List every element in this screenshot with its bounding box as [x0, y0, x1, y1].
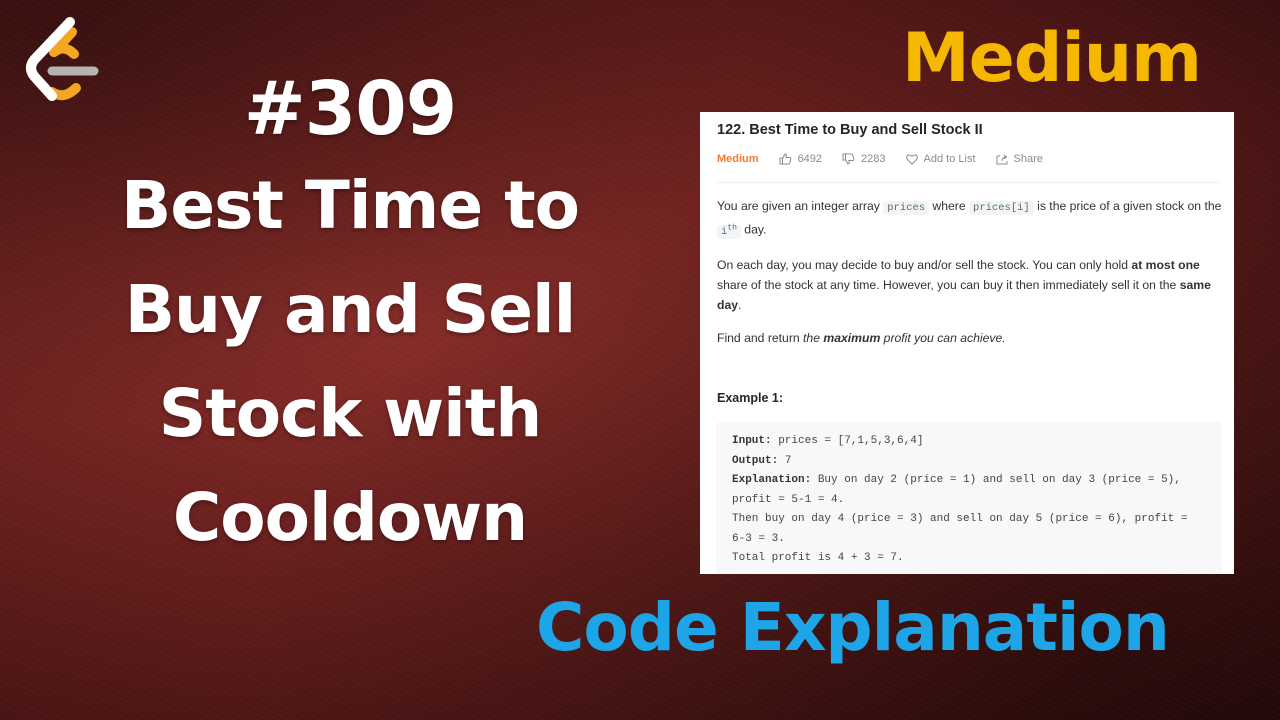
- text: is the price of a given stock on the: [1033, 199, 1222, 213]
- dislike-button[interactable]: 2283: [842, 153, 886, 165]
- text: You are given an integer array: [717, 199, 884, 213]
- explanation-line: 6-3 = 3.: [732, 532, 785, 545]
- problem-number: #309: [243, 66, 457, 152]
- title-line: Best Time to: [121, 167, 580, 244]
- inline-code: prices: [883, 201, 930, 215]
- like-count: 6492: [797, 153, 823, 165]
- problem-title: 122. Best Time to Buy and Sell Stock II: [717, 122, 983, 138]
- description-paragraph: You are given an integer array prices wh…: [717, 196, 1222, 242]
- label: Input:: [732, 435, 772, 447]
- superscript: th: [727, 223, 737, 232]
- text: Find and return: [717, 330, 804, 345]
- bold-text: at most one: [1131, 257, 1200, 272]
- inline-code: prices[i]: [969, 201, 1034, 215]
- problem-screenshot-panel: 122. Best Time to Buy and Sell Stock II …: [700, 112, 1234, 574]
- value: Buy on day 2 (price = 1) and sell on day…: [811, 474, 1181, 486]
- thumbs-up-icon: [779, 153, 791, 165]
- difficulty-heading: Medium: [902, 19, 1202, 98]
- divider: [717, 182, 1220, 183]
- example-explanation: Explanation: Buy on day 2 (price = 1) an…: [732, 471, 1206, 491]
- example-code-block: Input: prices = [7,1,5,3,6,4] Output: 7 …: [716, 422, 1222, 574]
- value: 7: [778, 454, 792, 467]
- like-button[interactable]: 6492: [779, 153, 822, 165]
- example-heading: Example 1:: [717, 391, 784, 405]
- text: where: [929, 199, 970, 213]
- share-icon: [996, 154, 1008, 164]
- value: prices = [7,1,5,3,6,4]: [771, 435, 924, 447]
- label: Output:: [732, 454, 779, 467]
- problem-description: You are given an integer array prices wh…: [717, 196, 1222, 361]
- share-label: Share: [1013, 153, 1043, 165]
- text: share of the stock at any time. However,…: [717, 277, 1180, 292]
- title-line: Stock with: [158, 375, 543, 452]
- label: Explanation:: [732, 474, 812, 486]
- example-output: Output: 7: [732, 452, 1206, 472]
- title-line: Buy and Sell: [124, 271, 577, 348]
- thumbs-down-icon: [842, 153, 855, 165]
- code-explanation-heading: Code Explanation: [536, 589, 1170, 666]
- description-paragraph: Find and return the maximum profit you c…: [717, 328, 1222, 348]
- explanation-line: Then buy on day 4 (price = 3) and sell o…: [732, 513, 1188, 525]
- text: day.: [740, 222, 767, 237]
- description-paragraph: On each day, you may decide to buy and/o…: [717, 255, 1222, 315]
- title-line: Cooldown: [172, 479, 528, 556]
- example-input: Input: prices = [7,1,5,3,6,4]: [732, 432, 1206, 452]
- add-to-list-button[interactable]: Add to List: [905, 153, 976, 165]
- difficulty-badge: Medium: [717, 153, 759, 165]
- bold-italic-text: maximum: [823, 330, 881, 345]
- explanation-line: profit = 5-1 = 4.: [732, 493, 845, 506]
- add-to-list-label: Add to List: [923, 153, 976, 165]
- heart-icon: [905, 153, 918, 165]
- italic-text: the: [803, 330, 824, 345]
- italic-text: profit you can achieve.: [880, 330, 1006, 345]
- problem-meta-bar: Medium 6492 2283 Add to List Share: [717, 153, 1063, 165]
- video-title: #309 Best Time to Buy and Sell Stock wit…: [40, 64, 660, 570]
- share-button[interactable]: Share: [996, 153, 1043, 165]
- inline-code: ith: [717, 223, 741, 239]
- explanation-line: Total profit is 4 + 3 = 7.: [732, 552, 904, 564]
- dislike-count: 2283: [861, 153, 886, 165]
- text: On each day, you may decide to buy and/o…: [717, 257, 1132, 272]
- text: .: [738, 297, 742, 312]
